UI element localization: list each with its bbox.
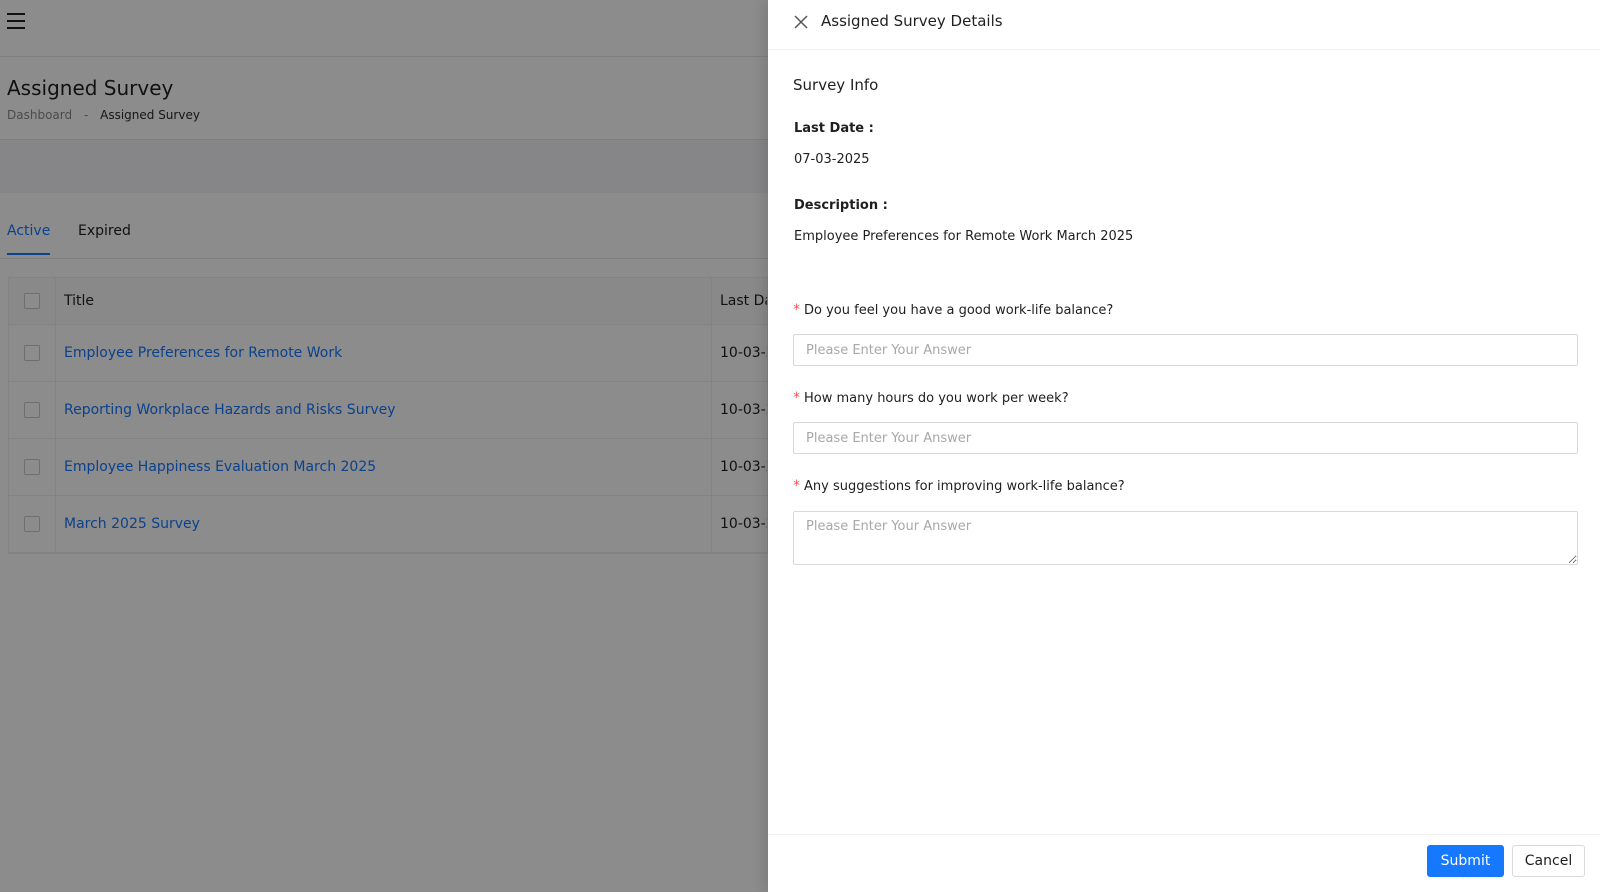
last-date-value: 07-03-2025	[794, 152, 870, 167]
required-mark: *	[793, 478, 800, 494]
answer-textarea[interactable]	[793, 511, 1578, 565]
answer-input[interactable]	[793, 422, 1578, 454]
cancel-button[interactable]: Cancel	[1512, 845, 1585, 877]
survey-info-title: Survey Info	[793, 76, 879, 94]
question-text: How many hours do you work per week?	[804, 391, 1069, 406]
question-text: Do you feel you have a good work-life ba…	[804, 303, 1114, 318]
question-label: * Do you feel you have a good work-life b…	[793, 302, 1113, 318]
question-label: * How many hours do you work per week?	[793, 390, 1069, 406]
question-label: * Any suggestions for improving work-life…	[793, 478, 1125, 494]
drawer-footer: Submit Cancel	[768, 834, 1600, 892]
close-icon[interactable]	[792, 13, 810, 31]
last-date-label: Last Date :	[794, 121, 874, 136]
answer-input[interactable]	[793, 334, 1578, 366]
required-mark: *	[793, 390, 800, 406]
submit-button[interactable]: Submit	[1427, 845, 1504, 877]
drawer-title: Assigned Survey Details	[821, 12, 1003, 30]
question-text: Any suggestions for improving work-life …	[804, 479, 1125, 494]
drawer-header: Assigned Survey Details	[768, 0, 1600, 50]
description-value: Employee Preferences for Remote Work Mar…	[794, 229, 1134, 244]
description-label: Description :	[794, 198, 888, 213]
required-mark: *	[793, 302, 800, 318]
assigned-survey-details-drawer: Assigned Survey Details Survey Info Last…	[768, 0, 1600, 892]
